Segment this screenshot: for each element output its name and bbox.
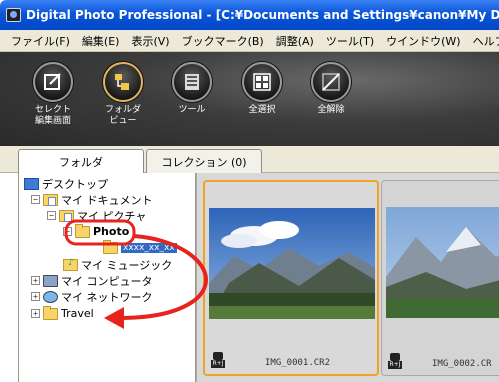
expand-icon[interactable]: + bbox=[31, 309, 40, 318]
window-title: Digital Photo Professional - [C:¥Documen… bbox=[26, 8, 499, 22]
menu-bar: ファイル(F) 編集(E) 表示(V) ブックマーク(B) 調整(A) ツール(… bbox=[0, 30, 499, 52]
menu-edit[interactable]: 編集(E) bbox=[76, 33, 126, 49]
tree-label: Photo bbox=[93, 225, 130, 238]
network-icon bbox=[43, 290, 58, 303]
thumbnail-img-0002[interactable]: R+J IMG_0002.CR bbox=[381, 180, 499, 376]
deselect-all-icon bbox=[311, 62, 351, 102]
select-edit-icon bbox=[33, 62, 73, 102]
menu-window[interactable]: ウインドウ(W) bbox=[380, 33, 466, 49]
select-all-label: 全選択 bbox=[248, 105, 276, 115]
menu-bookmark[interactable]: ブックマーク(B) bbox=[176, 33, 270, 49]
tab-folder[interactable]: フォルダ bbox=[18, 149, 144, 174]
tree-item-my-music[interactable]: マイ ミュージック bbox=[63, 257, 172, 272]
menu-adjust[interactable]: 調整(A) bbox=[270, 33, 320, 49]
photo-thumbnail bbox=[386, 207, 499, 318]
expand-icon[interactable]: + bbox=[31, 292, 40, 301]
music-folder-icon bbox=[63, 258, 78, 271]
raw-jpeg-badge-icon: R+J bbox=[388, 353, 402, 369]
panel-tabs: フォルダ コレクション (0) bbox=[0, 146, 499, 174]
tree-label: マイ コンピュータ bbox=[61, 274, 153, 288]
tab-collection[interactable]: コレクション (0) bbox=[146, 149, 262, 173]
thumbnail-filename: IMG_0002.CR bbox=[432, 359, 492, 369]
select-edit-button[interactable]: セレクト 編集画面 bbox=[21, 62, 85, 127]
select-all-icon bbox=[242, 62, 282, 102]
menu-view[interactable]: 表示(V) bbox=[125, 33, 175, 49]
tree-label: デスクトップ bbox=[42, 177, 108, 191]
folder-icon bbox=[43, 305, 58, 320]
tree-label: Travel bbox=[61, 307, 94, 320]
photo-thumbnail bbox=[209, 208, 375, 319]
menu-tools[interactable]: ツール(T) bbox=[320, 33, 380, 49]
menu-help[interactable]: ヘルプ(H) bbox=[467, 33, 499, 49]
select-edit-label: セレクト 編集画面 bbox=[34, 105, 71, 126]
tree-label: xxxx_xx_xx bbox=[121, 242, 177, 253]
folder-icon bbox=[75, 223, 90, 238]
tree-item-my-computer[interactable]: + マイ コンピュータ bbox=[31, 273, 153, 288]
thumbnail-filename: IMG_0001.CR2 bbox=[265, 358, 331, 368]
tree-label: マイ ピクチャ bbox=[77, 209, 147, 223]
deselect-all-label: 全解除 bbox=[317, 105, 345, 115]
tree-item-my-network[interactable]: + マイ ネットワーク bbox=[31, 289, 153, 304]
documents-folder-icon bbox=[43, 193, 58, 206]
folder-icon bbox=[103, 239, 118, 254]
thumbnail-img-0001[interactable]: R+J IMG_0001.CR2 bbox=[203, 180, 379, 376]
folder-view-button[interactable]: フォルダ ビュー bbox=[91, 62, 155, 127]
tree-label: マイ ドキュメント bbox=[61, 193, 153, 207]
deselect-all-button[interactable]: 全解除 bbox=[299, 62, 363, 116]
tree-item-subfolder[interactable]: xxxx_xx_xx bbox=[103, 239, 177, 255]
folder-view-icon bbox=[103, 62, 143, 102]
tree-label: マイ ミュージック bbox=[81, 258, 173, 272]
tree-item-photo[interactable]: − Photo bbox=[63, 223, 130, 239]
tool-icon bbox=[172, 62, 212, 102]
folder-tree: デスクトップ − マイ ドキュメント − マイ ピクチャ − Photo xxx… bbox=[18, 173, 196, 382]
app-icon[interactable] bbox=[6, 8, 21, 22]
collapse-icon[interactable]: − bbox=[47, 211, 56, 220]
tree-item-desktop[interactable]: デスクトップ bbox=[24, 176, 108, 191]
menu-file[interactable]: ファイル(F) bbox=[5, 33, 76, 49]
collapse-icon[interactable]: − bbox=[31, 195, 40, 204]
desktop-icon bbox=[24, 177, 39, 190]
tool-label: ツール bbox=[178, 105, 206, 115]
collapse-icon[interactable]: − bbox=[63, 227, 72, 236]
thumbnail-area: R+J IMG_0001.CR2 R+J IMG_0002.CR bbox=[196, 173, 499, 382]
title-bar: Digital Photo Professional - [C:¥Documen… bbox=[0, 0, 499, 30]
expand-icon[interactable]: + bbox=[31, 276, 40, 285]
tree-item-travel[interactable]: + Travel bbox=[31, 305, 94, 321]
tree-item-my-pictures[interactable]: − マイ ピクチャ bbox=[47, 208, 146, 223]
computer-icon bbox=[43, 274, 58, 287]
tool-button[interactable]: ツール bbox=[160, 62, 224, 116]
folder-view-label: フォルダ ビュー bbox=[104, 105, 141, 126]
select-all-button[interactable]: 全選択 bbox=[230, 62, 294, 116]
pictures-folder-icon bbox=[59, 209, 74, 222]
toolbar: セレクト 編集画面 フォルダ ビュー ツール 全選択 全解除 bbox=[0, 52, 499, 146]
raw-jpeg-badge-icon: R+J bbox=[211, 352, 225, 368]
tree-item-my-documents[interactable]: − マイ ドキュメント bbox=[31, 192, 153, 207]
tree-label: マイ ネットワーク bbox=[61, 290, 153, 304]
